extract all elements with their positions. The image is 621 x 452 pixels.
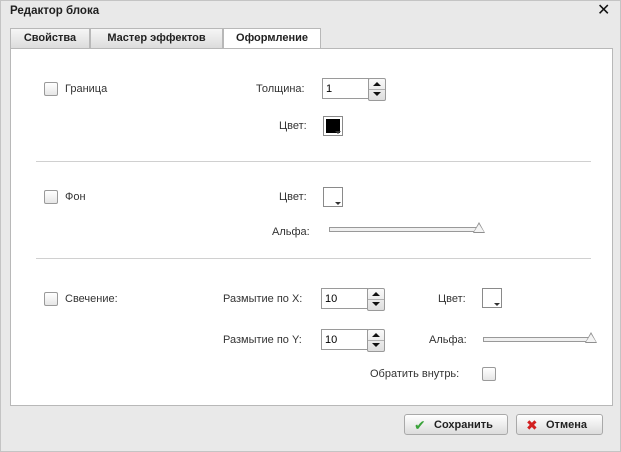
glow-checkbox[interactable]: [44, 292, 58, 306]
chevron-down-icon: [335, 131, 341, 134]
section-divider: [36, 258, 591, 259]
title-bar: Редактор блока ✕: [1, 1, 620, 23]
tab-appearance[interactable]: Оформление: [223, 28, 321, 49]
cancel-button[interactable]: ✖ Отмена: [516, 414, 603, 435]
cancel-button-label: Отмена: [546, 419, 587, 431]
chevron-down-icon: [494, 303, 500, 306]
glow-color-picker[interactable]: [482, 288, 502, 308]
blur-y-label: Размытие по Y:: [223, 334, 302, 346]
tab-properties[interactable]: Свойства: [10, 28, 90, 48]
blur-x-decrement-icon[interactable]: [368, 299, 384, 309]
border-color-label: Цвет:: [279, 120, 307, 132]
slider-track: [483, 337, 591, 342]
blur-y-input[interactable]: [321, 329, 368, 350]
save-button[interactable]: ✔ Сохранить: [404, 414, 508, 435]
close-icon[interactable]: ✕: [597, 3, 610, 19]
inner-glow-checkbox[interactable]: [482, 367, 496, 381]
cross-icon: ✖: [526, 417, 538, 433]
blur-y-stepper: [321, 329, 385, 352]
background-label: Фон: [65, 191, 86, 203]
border-label: Граница: [65, 83, 108, 95]
blur-y-decrement-icon[interactable]: [368, 340, 384, 350]
thickness-label: Толщина:: [256, 83, 305, 95]
background-alpha-label: Альфа:: [272, 226, 310, 238]
background-checkbox[interactable]: [44, 190, 58, 204]
glow-alpha-slider[interactable]: [483, 332, 597, 348]
glow-color-label: Цвет:: [438, 293, 466, 305]
dialog-title: Редактор блока: [10, 5, 100, 17]
check-icon: ✔: [414, 417, 426, 433]
slider-track: [329, 227, 479, 232]
save-button-label: Сохранить: [434, 419, 493, 431]
inner-glow-label: Обратить внутрь:: [370, 368, 460, 380]
border-color-picker[interactable]: [323, 116, 343, 136]
blur-y-stepper-arrows: [367, 329, 385, 352]
background-color-picker[interactable]: [323, 187, 343, 207]
blur-x-stepper-arrows: [367, 288, 385, 311]
blur-x-stepper: [321, 288, 385, 311]
background-alpha-slider[interactable]: [329, 222, 485, 238]
appearance-panel: Граница Толщина: Цвет: Фон Цвет: Альфа:: [10, 48, 613, 406]
block-editor-dialog: Редактор блока ✕ Свойства Мастер эффекто…: [0, 0, 621, 452]
slider-thumb-icon[interactable]: [585, 332, 597, 343]
border-checkbox[interactable]: [44, 82, 58, 96]
section-divider: [36, 161, 591, 162]
thickness-decrement-icon[interactable]: [369, 89, 385, 99]
thickness-input[interactable]: [322, 78, 369, 99]
background-color-label: Цвет:: [279, 191, 307, 203]
tab-effects-wizard[interactable]: Мастер эффектов: [90, 28, 223, 48]
blur-x-input[interactable]: [321, 288, 368, 309]
blur-x-label: Размытие по X:: [223, 293, 303, 305]
thickness-stepper-arrows: [368, 78, 386, 101]
glow-alpha-label: Альфа:: [429, 334, 467, 346]
thickness-stepper: [322, 78, 386, 101]
chevron-down-icon: [335, 202, 341, 205]
slider-thumb-icon[interactable]: [473, 222, 485, 233]
glow-label: Свечение:: [65, 293, 118, 305]
